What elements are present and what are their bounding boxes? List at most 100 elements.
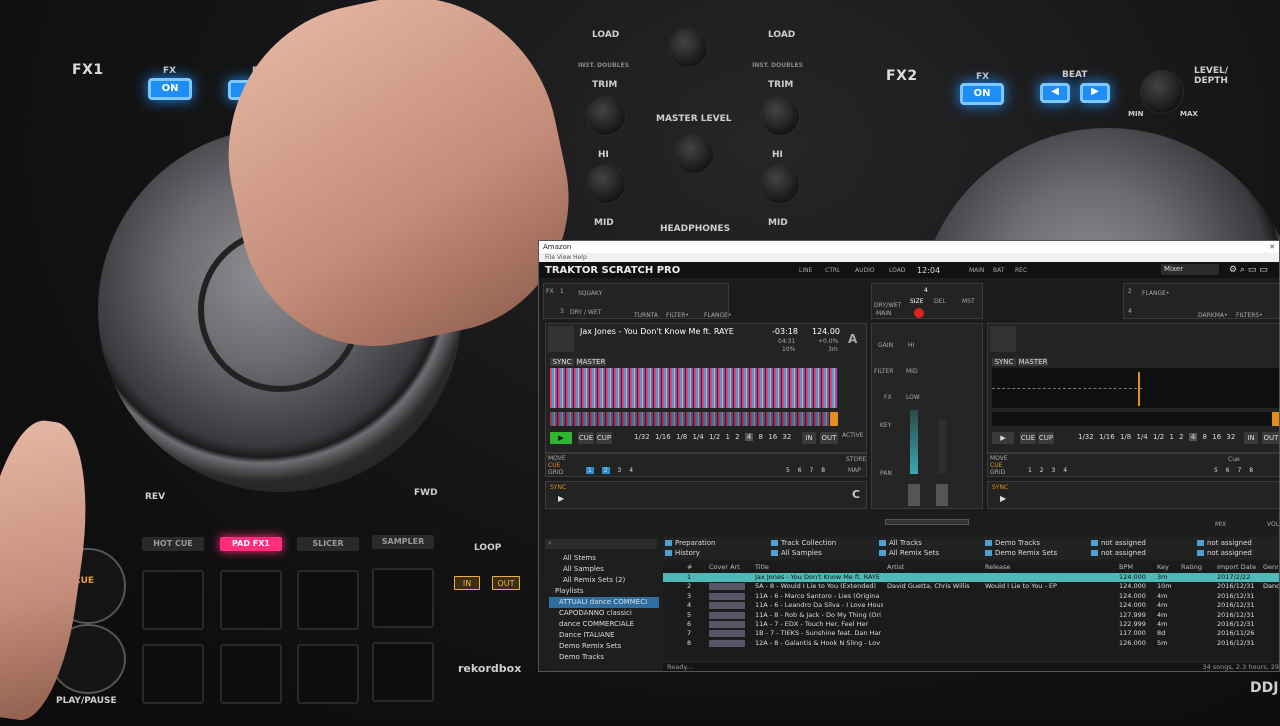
trim-left-knob[interactable] <box>586 96 626 136</box>
loop-size[interactable]: 1/16 <box>1099 433 1115 441</box>
table-row[interactable]: 3 11A - 6 - Marco Santoro - Lies (Origina… <box>663 592 1279 601</box>
favorite[interactable]: All Samples <box>771 549 822 557</box>
col-num[interactable]: # <box>687 563 692 571</box>
favorite[interactable]: Demo Tracks <box>985 539 1040 547</box>
deck-a-waveform[interactable] <box>550 368 838 408</box>
deck-a-cup[interactable]: CUP <box>596 432 612 444</box>
settings-icon[interactable]: ⚙ ⌕ ▭ ▭ <box>1229 265 1268 275</box>
master-level-knob[interactable] <box>674 134 714 174</box>
fx-turntable[interactable]: TURNTA <box>634 312 658 319</box>
pad-fx1-mode[interactable]: PAD FX1 <box>220 537 282 551</box>
hi-right-knob[interactable] <box>760 164 800 204</box>
loop-size[interactable]: 32 <box>1226 433 1235 441</box>
loop-size[interactable]: 1/4 <box>692 433 703 441</box>
crossfader[interactable] <box>885 519 969 525</box>
loop-in-button[interactable]: IN <box>454 576 480 590</box>
deck-b-cue-label[interactable]: CUE <box>990 462 1002 469</box>
deck-a-move[interactable]: MOVE <box>548 455 566 462</box>
tree-item[interactable]: Demo Remix Sets <box>549 641 659 652</box>
col-release[interactable]: Release <box>985 563 1010 571</box>
hotcue-8[interactable]: 8 <box>821 467 825 474</box>
hotcue-3[interactable]: 3 <box>1052 467 1056 474</box>
fx-unit-3[interactable]: 3 <box>560 308 564 315</box>
deck-b-move[interactable]: MOVE <box>990 455 1008 462</box>
tree-item[interactable]: All Stems <box>549 553 659 564</box>
favorite[interactable]: not assigned <box>1091 539 1146 547</box>
deck-b-stripe[interactable] <box>992 412 1272 426</box>
loop-size[interactable]: 2 <box>1179 433 1183 441</box>
level-depth-knob[interactable] <box>1140 70 1184 114</box>
fx-flange-r[interactable]: FLANGE• <box>1142 290 1170 297</box>
table-row[interactable]: 1 Jax Jones - You Don't Know Me ft. RAYE 1… <box>663 573 1279 582</box>
tree-item[interactable]: Demo Tracks <box>549 652 659 663</box>
table-row[interactable]: 6 11A - 7 - EDX - Touch Her, Feel Her 122.… <box>663 620 1279 629</box>
tree-item[interactable]: All Samples <box>549 564 659 575</box>
col-bpm[interactable]: BPM <box>1119 563 1133 571</box>
col-cover[interactable]: Cover Art <box>709 563 740 571</box>
pad-3[interactable] <box>297 570 359 630</box>
loop-size[interactable]: 2 <box>735 433 739 441</box>
favorite[interactable]: Preparation <box>665 539 715 547</box>
deck-a-grid[interactable]: GRID <box>548 469 563 476</box>
favorite[interactable]: not assigned <box>1197 549 1252 557</box>
loop-size[interactable]: 8 <box>759 433 763 441</box>
record-button[interactable] <box>914 308 924 318</box>
hotcue-4[interactable]: 4 <box>629 467 633 474</box>
tree-item[interactable]: Dance ITALIANE <box>549 630 659 641</box>
fader-a[interactable] <box>908 484 920 506</box>
fx-squaky[interactable]: SQUAKY <box>578 290 602 297</box>
deck-a-out[interactable]: OUT <box>820 432 838 444</box>
favorite[interactable]: not assigned <box>1091 549 1146 557</box>
loop-size[interactable]: 8 <box>1203 433 1207 441</box>
favorite[interactable]: not assigned <box>1197 539 1252 547</box>
window-menu[interactable]: File View Help <box>539 253 1279 262</box>
loop-size[interactable]: 1/8 <box>676 433 687 441</box>
deck-a-store[interactable]: STORE <box>846 456 866 463</box>
fader-b[interactable] <box>936 484 948 506</box>
loop-size[interactable]: 4 <box>1188 433 1198 441</box>
browse-knob[interactable] <box>668 28 708 68</box>
hotcue-5[interactable]: 5 <box>1214 467 1218 474</box>
pad-8[interactable] <box>372 642 434 702</box>
fx2-on-button[interactable]: ON <box>960 83 1004 105</box>
hotcue-7[interactable]: 7 <box>1238 467 1242 474</box>
hotcue-7[interactable]: 7 <box>810 467 814 474</box>
hotcue-4[interactable]: 4 <box>1063 467 1067 474</box>
tree-item[interactable]: ATTUALI dance COMMECI <box>549 597 659 608</box>
tree-item[interactable]: Playlists <box>549 586 659 597</box>
hotcue-3[interactable]: 3 <box>618 467 622 474</box>
deck-a-sync[interactable]: SYNC <box>550 358 574 366</box>
fx-darkma[interactable]: DARKMA• <box>1198 312 1228 319</box>
loop-size[interactable]: 1/16 <box>655 433 671 441</box>
fx-unit-2[interactable]: 2 <box>1128 288 1132 295</box>
col-date[interactable]: Import Date <box>1217 563 1256 571</box>
deck-b-cup[interactable]: CUP <box>1038 432 1054 444</box>
fx2-beat-left-button[interactable]: ◀ <box>1040 83 1070 103</box>
deck-a-cue-label[interactable]: CUE <box>548 462 560 469</box>
table-row[interactable]: 7 1B - 7 - TIEKS - Sunshine feat. Dan Har… <box>663 629 1279 638</box>
favorite[interactable]: Demo Remix Sets <box>985 549 1057 557</box>
loop-size[interactable]: 1/32 <box>634 433 650 441</box>
hotcue-8[interactable]: 8 <box>1249 467 1253 474</box>
deck-d-play-icon[interactable]: ▶ <box>1000 494 1006 503</box>
deck-b-in[interactable]: IN <box>1244 432 1258 444</box>
loop-size[interactable]: 1/8 <box>1120 433 1131 441</box>
loop-size[interactable]: 16 <box>1212 433 1221 441</box>
fx-dry-wet[interactable]: DRY / WET <box>570 309 601 316</box>
search-field[interactable]: ⌕ <box>545 539 657 549</box>
loop-size[interactable]: 1/2 <box>1153 433 1164 441</box>
hotcue-5[interactable]: 5 <box>786 467 790 474</box>
col-rating[interactable]: Rating <box>1181 563 1202 571</box>
tree-item[interactable]: CAPODANNO classici <box>549 608 659 619</box>
pad-4[interactable] <box>372 568 434 628</box>
fx-filter[interactable]: FILTER• <box>666 312 689 319</box>
hotcue-6[interactable]: 6 <box>798 467 802 474</box>
deck-a-play[interactable]: ▶ <box>550 432 572 444</box>
deck-a-active[interactable]: ACTIVE <box>842 432 864 439</box>
col-title[interactable]: Title <box>755 563 769 571</box>
table-row[interactable]: 5 11A - 8 - Rob & Jack - Do My Thing (Ori… <box>663 611 1279 620</box>
deck-d-sync[interactable]: SYNC <box>992 484 1008 491</box>
master-main[interactable]: MAIN <box>876 310 892 317</box>
pad-6[interactable] <box>220 644 282 704</box>
hot-cue-mode[interactable]: HOT CUE <box>142 537 204 551</box>
